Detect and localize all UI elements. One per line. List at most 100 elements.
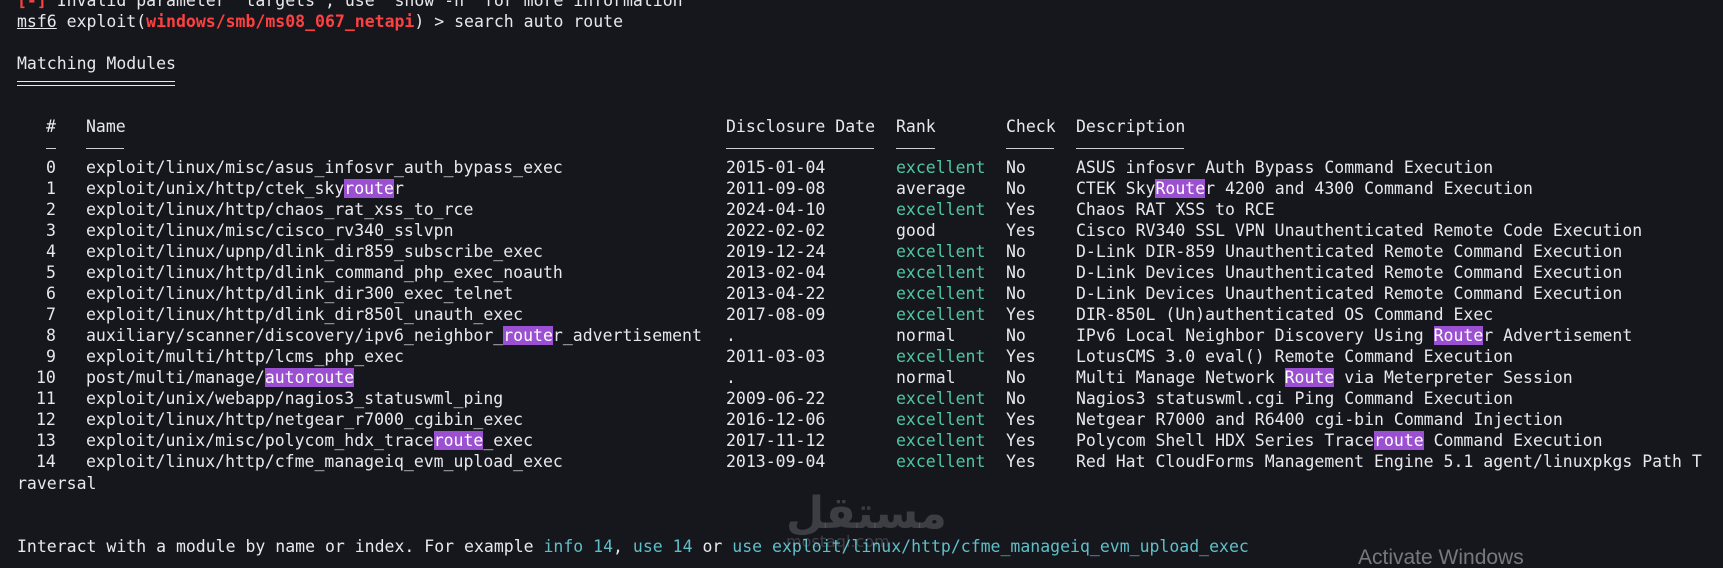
disclosure-date-text: 2017-08-09 — [726, 305, 826, 324]
prompt-line: msf6 exploit(windows/smb/ms08_067_netapi… — [17, 11, 623, 32]
description-text: LotusCMS 3.0 eval() Remote Command Execu… — [1076, 347, 1514, 366]
module-name: exploit/linux/http/dlink_command_php_exe… — [86, 262, 563, 283]
module-name: auxiliary/scanner/discovery/ipv6_neighbo… — [86, 325, 702, 346]
description-text: ASUS infosvr Auth Bypass Command Executi… — [1076, 158, 1494, 177]
description-text: r 4200 and 4300 Command Execution — [1205, 179, 1533, 198]
rank-text: normal — [896, 326, 956, 345]
check-text: Yes — [1006, 347, 1036, 366]
rank-text: excellent — [896, 431, 986, 450]
disclosure-date-text: . — [726, 326, 736, 345]
row-index: 13 — [36, 430, 56, 451]
module-name: exploit/unix/webapp/nagios3_statuswml_pi… — [86, 388, 503, 409]
rank-text: excellent — [896, 263, 986, 282]
hint-info-command[interactable]: info 14 — [544, 537, 614, 556]
row-index-text: 0 — [46, 158, 56, 177]
hint-use-index-command[interactable]: use 14 — [633, 537, 693, 556]
module-name-text: exploit/linux/http/netgear_r7000_cgibin_… — [86, 410, 524, 429]
watermark-url: mostaql.com — [786, 532, 890, 551]
module-name-text: exploit/unix/misc/polycom_hdx_trace — [86, 431, 434, 450]
check: No — [1006, 178, 1026, 199]
hint-separator-2: or — [692, 537, 733, 556]
rank: excellent — [896, 262, 985, 283]
disclosure-date-text: 2024-04-10 — [726, 200, 826, 219]
description-text: Red Hat CloudForms Management Engine 5.1… — [1076, 452, 1702, 471]
check-text: Yes — [1006, 431, 1036, 450]
module-name: exploit/linux/http/dlink_dir850l_unauth_… — [86, 304, 523, 325]
module-name: exploit/unix/http/ctek_skyrouter — [86, 178, 404, 199]
rank: excellent — [896, 241, 985, 262]
disclosure-date: 2009-06-22 — [726, 388, 825, 409]
disclosure-date: . — [726, 325, 736, 346]
description-text: Chaos RAT XSS to RCE — [1076, 200, 1275, 219]
row-index-text: 13 — [36, 431, 56, 450]
row-index: 0 — [46, 157, 56, 178]
hint-separator-1: , — [613, 537, 633, 556]
description: IPv6 Local Neighbor Discovery Using Rout… — [1076, 325, 1632, 346]
check: Yes — [1006, 304, 1036, 325]
col-header-description: Description — [1076, 117, 1186, 136]
rank-text: normal — [896, 368, 956, 387]
disclosure-date-text: 2013-04-22 — [726, 284, 826, 303]
module-name-text: exploit/linux/http/dlink_command_php_exe… — [86, 263, 563, 282]
row-index-text: 10 — [36, 368, 56, 387]
check: No — [1006, 262, 1026, 283]
description: D-Link Devices Unauthenticated Remote Co… — [1076, 283, 1622, 304]
description: ASUS infosvr Auth Bypass Command Executi… — [1076, 157, 1493, 178]
disclosure-date: 2017-11-12 — [726, 430, 825, 451]
description-text: Netgear R7000 and R6400 cgi-bin Command … — [1076, 410, 1563, 429]
disclosure-date: 2011-09-08 — [726, 178, 825, 199]
row-index: 7 — [46, 304, 56, 325]
disclosure-date-text: 2013-02-04 — [726, 263, 826, 282]
row-index-text: 14 — [36, 452, 56, 471]
disclosure-date: 2017-08-09 — [726, 304, 825, 325]
disclosure-date-text: . — [726, 368, 736, 387]
section-title-underline — [17, 81, 175, 86]
disclosure-date-text: 2022-02-02 — [726, 221, 826, 240]
module-name: exploit/linux/misc/asus_infosvr_auth_byp… — [86, 157, 563, 178]
interact-hint-line: Interact with a module by name or index.… — [17, 536, 1249, 557]
disclosure-date: 2015-01-04 — [726, 157, 825, 178]
module-name-text: exploit/linux/http/cfme_manageiq_evm_upl… — [86, 452, 563, 471]
row-index: 4 — [46, 241, 56, 262]
module-name: exploit/linux/upnp/dlink_dir859_subscrib… — [86, 241, 543, 262]
row-index-text: 7 — [46, 305, 56, 324]
row-index: 9 — [46, 346, 56, 367]
check-text: Yes — [1006, 221, 1036, 240]
check: No — [1006, 388, 1026, 409]
rank-text: excellent — [896, 158, 986, 177]
search-match-highlight: Route — [1155, 179, 1206, 198]
disclosure-date-text: 2013-09-04 — [726, 452, 826, 471]
rank: excellent — [896, 346, 985, 367]
row-index-text: 2 — [46, 200, 56, 219]
terminal-window[interactable]: [-] Invalid parameter "targets", use "sh… — [0, 0, 1723, 568]
search-match-highlight: Route — [1433, 326, 1484, 345]
rank: excellent — [896, 409, 985, 430]
col-header-num: # — [46, 117, 56, 136]
rank: good — [896, 220, 936, 241]
check: No — [1006, 325, 1026, 346]
module-name-text: exploit/linux/http/dlink_dir300_exec_tel… — [86, 284, 514, 303]
module-name-text: r_advertisement — [552, 326, 702, 345]
module-name-text: exploit/linux/http/chaos_rat_xss_to_rce — [86, 200, 474, 219]
disclosure-date: . — [726, 367, 736, 388]
description-text: r Advertisement — [1483, 326, 1633, 345]
interact-hint-text: Interact with a module by name or index.… — [17, 537, 544, 556]
row-index-text: 1 — [46, 179, 56, 198]
rank: normal — [896, 367, 956, 388]
check-text: Yes — [1006, 200, 1036, 219]
module-name-text: exploit/unix/http/ctek_sky — [86, 179, 345, 198]
row-index-text: 6 — [46, 284, 56, 303]
check: Yes — [1006, 346, 1036, 367]
description-text: Polycom Shell HDX Series Trace — [1076, 431, 1375, 450]
rank: excellent — [896, 283, 985, 304]
disclosure-date-text: 2011-09-08 — [726, 179, 826, 198]
row-index: 10 — [36, 367, 56, 388]
rank: excellent — [896, 451, 985, 472]
rank: excellent — [896, 430, 985, 451]
disclosure-date-text: 2019-12-24 — [726, 242, 826, 261]
module-name: post/multi/manage/autoroute — [86, 367, 355, 388]
check-text: No — [1006, 179, 1026, 198]
module-name: exploit/linux/http/cfme_manageiq_evm_upl… — [86, 451, 563, 472]
prompt-command: search auto route — [454, 12, 624, 31]
row-index-text: 8 — [46, 326, 56, 345]
